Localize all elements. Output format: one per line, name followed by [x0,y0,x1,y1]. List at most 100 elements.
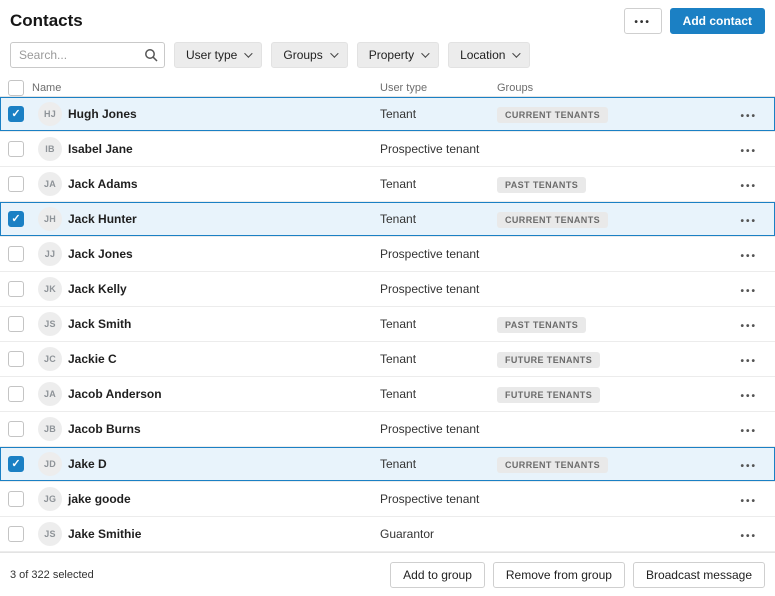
contact-user-type: Prospective tenant [380,142,480,156]
row-checkbox[interactable] [8,176,24,192]
table-row[interactable]: JK Jack Kelly Prospective tenant ••• [0,272,775,307]
table-row[interactable]: HJ Hugh Jones Tenant CURRENT TENANTS ••• [0,97,775,132]
ellipsis-icon: ••• [634,17,651,28]
table-row[interactable]: JA Jack Adams Tenant PAST TENANTS ••• [0,167,775,202]
contact-user-type: Tenant [380,387,417,401]
row-menu-button[interactable]: ••• [738,350,759,369]
group-badge: PAST TENANTS [497,317,587,333]
row-checkbox[interactable] [8,351,24,367]
avatar: JS [38,522,62,546]
add-contact-button[interactable]: Add contact [669,8,765,34]
contact-user-type: Prospective tenant [380,282,480,296]
row-menu-button[interactable]: ••• [738,385,759,404]
table-row[interactable]: JB Jacob Burns Prospective tenant ••• [0,412,775,447]
contact-name: Isabel Jane [68,142,133,156]
table-row[interactable]: JC Jackie C Tenant FUTURE TENANTS ••• [0,342,775,377]
contact-name: Jacob Anderson [68,387,162,401]
filter-groups[interactable]: Groups [271,42,348,68]
row-checkbox[interactable] [8,386,24,402]
ellipsis-icon: ••• [740,425,757,437]
broadcast-message-button[interactable]: Broadcast message [632,562,765,588]
remove-from-group-button[interactable]: Remove from group [492,562,625,588]
row-menu-button[interactable]: ••• [738,210,759,229]
row-checkbox[interactable] [8,526,24,542]
contact-user-type: Prospective tenant [380,492,480,506]
row-checkbox[interactable] [8,141,24,157]
filter-location[interactable]: Location [448,42,531,68]
contact-user-type: Tenant [380,352,417,366]
row-menu-button[interactable]: ••• [738,525,759,544]
ellipsis-icon: ••• [740,530,757,542]
avatar: JD [38,452,62,476]
row-menu-button[interactable]: ••• [738,490,759,509]
filter-label: Groups [283,48,323,62]
ellipsis-icon: ••• [740,460,757,472]
page-title: Contacts [10,11,83,30]
contact-name: Jack Smith [68,317,132,331]
contact-user-type: Prospective tenant [380,247,480,261]
contact-name: Jacob Burns [68,422,141,436]
group-badge: FUTURE TENANTS [497,352,601,368]
row-checkbox[interactable] [8,456,24,472]
avatar: JB [38,417,62,441]
contacts-page: Contacts ••• Add contact User type Groups… [0,0,775,596]
table-row[interactable]: JH Jack Hunter Tenant CURRENT TENANTS ••… [0,202,775,237]
row-menu-button[interactable]: ••• [738,245,759,264]
search-input[interactable] [10,42,165,68]
contact-name: jake goode [68,492,131,506]
group-badge: PAST TENANTS [497,177,587,193]
add-to-group-button[interactable]: Add to group [390,562,485,588]
filter-user-type[interactable]: User type [174,42,263,68]
table-row[interactable]: JS Jack Smith Tenant PAST TENANTS ••• [0,307,775,342]
row-checkbox[interactable] [8,421,24,437]
more-actions-button[interactable]: ••• [623,8,662,34]
table-row[interactable]: JA Jacob Anderson Tenant FUTURE TENANTS … [0,377,775,412]
row-menu-button[interactable]: ••• [738,140,759,159]
contact-name: Jack Kelly [68,282,127,296]
row-checkbox[interactable] [8,106,24,122]
table-row[interactable]: IB Isabel Jane Prospective tenant ••• [0,132,775,167]
contact-name: Jake D [68,457,107,471]
ellipsis-icon: ••• [740,390,757,402]
chevron-down-icon [329,49,339,58]
filter-bar: User type Groups Property Location [0,36,775,80]
contact-name: Hugh Jones [68,107,137,121]
row-checkbox[interactable] [8,211,24,227]
row-menu-button[interactable]: ••• [738,420,759,439]
row-menu-button[interactable]: ••• [738,105,759,124]
filter-label: Property [368,48,415,62]
avatar: JS [38,312,62,336]
filter-label: Location [460,48,506,62]
row-menu-button[interactable]: ••• [738,455,759,474]
chevron-down-icon [421,49,430,58]
contact-user-type: Tenant [380,107,417,121]
row-menu-button[interactable]: ••• [738,280,759,299]
row-menu-button[interactable]: ••• [738,315,759,334]
ellipsis-icon: ••• [740,180,757,192]
select-all-checkbox[interactable] [8,80,24,96]
row-menu-button[interactable]: ••• [738,175,759,194]
search-icon[interactable] [144,48,158,62]
avatar: JJ [38,242,62,266]
row-checkbox[interactable] [8,316,24,332]
contacts-table-body: HJ Hugh Jones Tenant CURRENT TENANTS •••… [0,97,775,552]
topbar-actions: ••• Add contact [623,8,765,34]
chevron-down-icon [244,49,254,58]
row-checkbox[interactable] [8,491,24,507]
ellipsis-icon: ••• [740,285,757,297]
contact-user-type: Guarantor [380,527,435,541]
column-header-name: Name [32,82,62,94]
filter-property[interactable]: Property [356,42,440,68]
contact-user-type: Tenant [380,212,417,226]
top-bar: Contacts ••• Add contact [0,0,775,36]
table-header: Name User type Groups [0,80,775,97]
table-row[interactable]: JD Jake D Tenant CURRENT TENANTS ••• [0,447,775,482]
table-row[interactable]: JS Jake Smithie Guarantor ••• [0,517,775,552]
table-row[interactable]: JJ Jack Jones Prospective tenant ••• [0,237,775,272]
column-header-user-type: User type [380,82,428,94]
row-checkbox[interactable] [8,246,24,262]
contact-user-type: Prospective tenant [380,422,480,436]
row-checkbox[interactable] [8,281,24,297]
table-row[interactable]: JG jake goode Prospective tenant ••• [0,482,775,517]
contact-name: Jackie C [68,352,117,366]
